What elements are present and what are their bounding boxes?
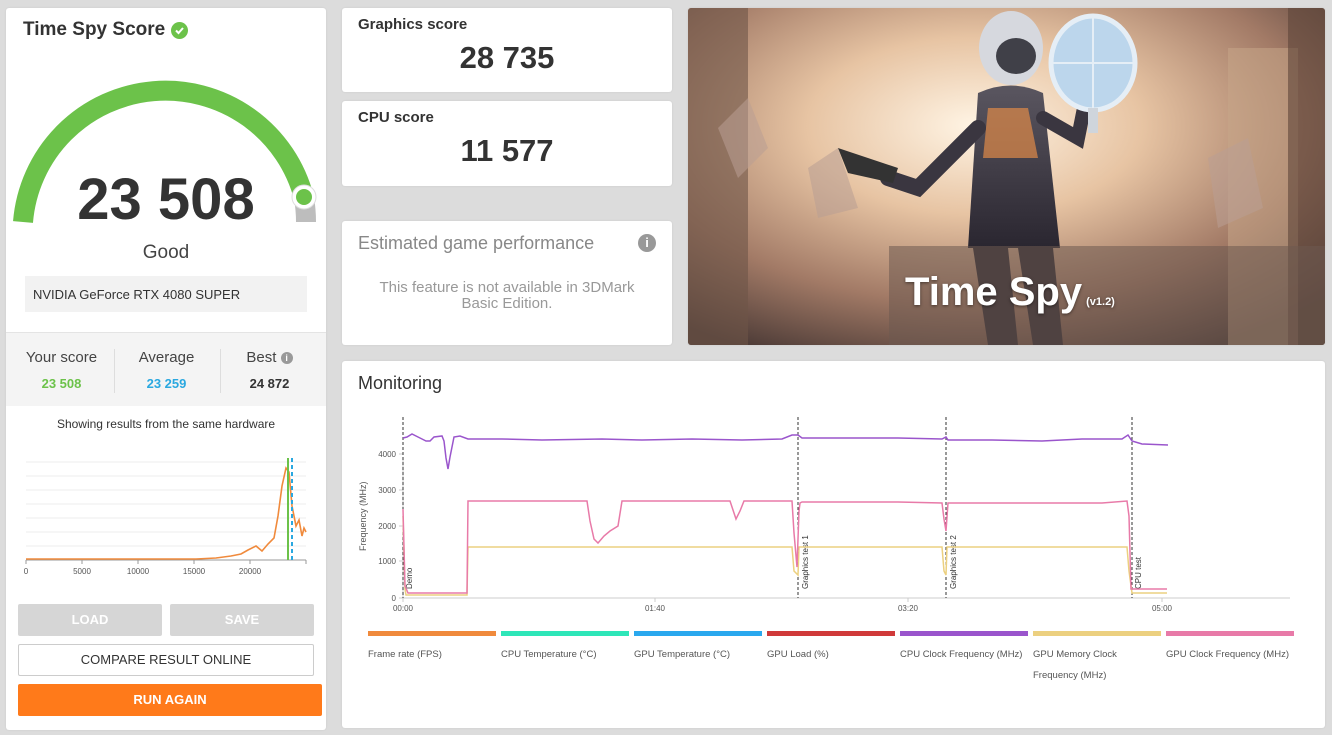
graphics-score-label: Graphics score xyxy=(358,16,468,33)
save-button[interactable]: SAVE xyxy=(170,604,314,636)
hist-tick-label: 15000 xyxy=(183,567,206,576)
legend-label: GPU Clock Frequency (MHz) xyxy=(1166,649,1289,660)
average-label: Average xyxy=(138,349,195,366)
x-tick-label: 05:00 xyxy=(1152,604,1173,613)
gpu-name: NVIDIA GeForce RTX 4080 SUPER xyxy=(25,276,307,312)
x-tick-label: 03:20 xyxy=(898,604,919,613)
cpu-score-label: CPU score xyxy=(358,109,434,126)
monitoring-card: Monitoring 0 1000 2000 3000 4000 00:00 0… xyxy=(342,361,1325,728)
your-score-stat: Your score 23 508 xyxy=(8,349,115,391)
info-icon[interactable]: i xyxy=(638,234,656,252)
marker-label: Graphics test 2 xyxy=(949,535,958,589)
hist-tick-label: 20000 xyxy=(239,567,262,576)
best-value: 24 872 xyxy=(249,376,290,391)
graphics-score-value: 28 735 xyxy=(459,40,555,75)
legend-label: GPU Memory Clock Frequency (MHz) xyxy=(1033,649,1117,681)
legend-label: Frame rate (FPS) xyxy=(368,649,442,660)
hero-version: (v1.2) xyxy=(1086,296,1115,308)
graphics-score-card: Graphics score 28 735 xyxy=(342,8,672,92)
run-again-button[interactable]: RUN AGAIN xyxy=(18,684,322,716)
legend-item: GPU Clock Frequency (MHz) xyxy=(1166,631,1294,665)
best-label: Best xyxy=(246,349,277,366)
score-panel: Time Spy Score 23 508 Good NVIDIA GeForc… xyxy=(6,8,326,730)
your-score-label: Your score xyxy=(25,349,98,366)
cpu-score-value: 11 577 xyxy=(460,133,554,168)
y-tick-label: 4000 xyxy=(378,450,396,459)
y-axis-label: Frequency (MHz) xyxy=(358,481,368,551)
legend-label: GPU Temperature (°C) xyxy=(634,649,731,660)
benchmark-hero-image: Time Spy (v1.2) xyxy=(688,8,1325,345)
showing-text: Showing results from the same hardware xyxy=(56,417,276,431)
your-score-value: 23 508 xyxy=(41,376,82,391)
hist-tick-label: 5000 xyxy=(73,567,91,576)
legend-item: CPU Clock Frequency (MHz) xyxy=(900,631,1028,665)
y-tick-label: 2000 xyxy=(378,522,396,531)
estimated-performance-message: This feature is not available in 3DMark … xyxy=(379,279,635,312)
score-distribution-chart: 0 5000 10000 15000 20000 xyxy=(24,458,307,576)
best-stat: Best i 24 872 xyxy=(216,349,323,391)
score-rating: Good xyxy=(142,242,190,263)
x-tick-label: 01:40 xyxy=(645,604,666,613)
cpu-score-card: CPU score 11 577 xyxy=(342,101,672,186)
average-value: 23 259 xyxy=(146,376,187,391)
overall-score: 23 508 xyxy=(77,167,255,232)
hero-title: Time Spy (v1.2) xyxy=(905,270,1115,315)
legend-item: GPU Temperature (°C) xyxy=(634,631,762,665)
info-icon[interactable]: i xyxy=(280,352,293,364)
y-tick-label: 1000 xyxy=(378,557,396,566)
hero-title-text: Time Spy xyxy=(905,270,1083,314)
hist-tick-label: 10000 xyxy=(127,567,150,576)
legend-label: CPU Clock Frequency (MHz) xyxy=(900,649,1023,660)
marker-label: Demo xyxy=(405,567,414,589)
legend-item: GPU Load (%) xyxy=(767,631,895,665)
y-tick-label: 3000 xyxy=(378,486,396,495)
average-stat: Average 23 259 xyxy=(113,349,220,391)
x-tick-label: 00:00 xyxy=(393,604,414,613)
estimated-performance-title: Estimated game performance xyxy=(358,233,595,253)
hist-tick-label: 0 xyxy=(24,567,29,576)
monitoring-chart: 0 1000 2000 3000 4000 00:00 01:40 03:20 … xyxy=(358,417,1290,613)
score-comparison: Your score 23 508 Average 23 259 Best i … xyxy=(6,332,326,406)
legend-item: GPU Memory Clock Frequency (MHz) xyxy=(1033,631,1161,686)
legend-item: CPU Temperature (°C) xyxy=(501,631,629,665)
legend-label: GPU Load (%) xyxy=(767,649,829,660)
estimated-game-performance-card: Estimated game performance i This featur… xyxy=(342,221,672,345)
y-tick-label: 0 xyxy=(392,594,397,603)
compare-result-online-button[interactable]: COMPARE RESULT ONLINE xyxy=(18,644,314,676)
load-button[interactable]: LOAD xyxy=(18,604,162,636)
marker-label: CPU test xyxy=(1134,556,1143,589)
legend-label: CPU Temperature (°C) xyxy=(501,649,597,660)
legend-item: Frame rate (FPS) xyxy=(368,631,496,665)
marker-label: Graphics test 1 xyxy=(801,535,810,589)
